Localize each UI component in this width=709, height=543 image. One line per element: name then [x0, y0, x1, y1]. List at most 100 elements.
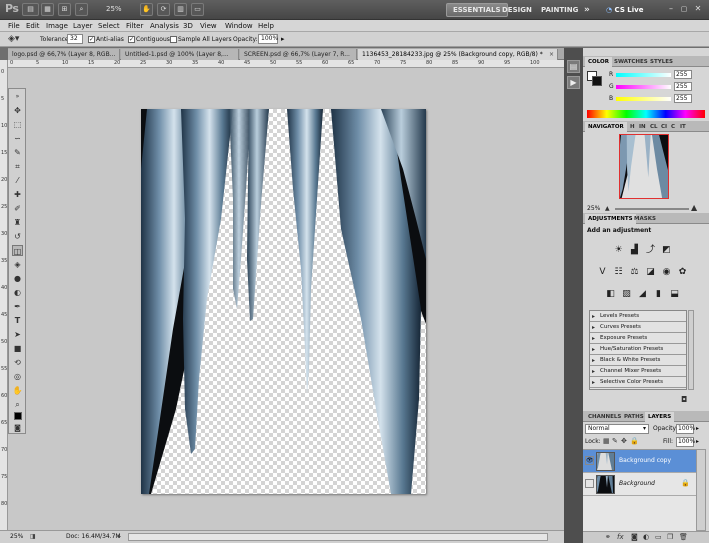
lock-pixels-icon[interactable]: ✎	[612, 437, 618, 445]
delete-layer-icon[interactable]: 🗑	[679, 533, 688, 541]
visibility-eye-icon[interactable]: 👁	[585, 456, 594, 465]
link-layers-icon[interactable]: ⚭	[605, 533, 611, 541]
navigator-thumbnail[interactable]	[619, 134, 669, 199]
threshold-icon[interactable]: ◢	[637, 289, 648, 300]
add-mask-icon[interactable]: ◙	[631, 533, 638, 541]
minibridge-icon[interactable]: ▦	[41, 3, 54, 16]
layer-style-icon[interactable]: fx	[617, 533, 624, 541]
channel-b-slider[interactable]	[616, 97, 671, 101]
quick-selection-tool-icon[interactable]: ✎	[12, 147, 23, 158]
menu-file[interactable]: File	[8, 20, 20, 32]
hand-tool-icon[interactable]: ✋	[140, 3, 153, 16]
zoom-in-icon[interactable]: ▲	[691, 203, 697, 212]
preset-channel-mixer[interactable]: Channel Mixer Presets	[590, 366, 686, 377]
history-brush-tool-icon[interactable]: ↺	[12, 231, 23, 242]
new-adjustment-layer-icon[interactable]: ◐	[643, 533, 649, 541]
new-layer-icon[interactable]: ❐	[667, 533, 673, 541]
fill-arrow-icon[interactable]: ▸	[696, 438, 699, 445]
presets-scrollbar[interactable]	[688, 310, 694, 390]
arrange-documents-icon[interactable]: ▥	[174, 3, 187, 16]
lasso-tool-icon[interactable]: ∽	[12, 133, 23, 144]
channel-b-value[interactable]: 255	[674, 94, 692, 103]
path-selection-tool-icon[interactable]: ➤	[12, 329, 23, 340]
channel-r-slider[interactable]	[616, 73, 671, 77]
blur-tool-icon[interactable]: ●	[12, 273, 23, 284]
tab-navigator[interactable]: NAVIGATOR	[585, 122, 627, 132]
crop-tool-icon[interactable]: ⌗	[12, 161, 23, 172]
channel-mixer-icon[interactable]: ✿	[677, 267, 688, 278]
new-group-icon[interactable]: ▭	[655, 533, 662, 541]
status-info-icon[interactable]: ◨	[30, 533, 39, 541]
layers-scrollbar[interactable]	[696, 449, 706, 531]
color-balance-icon[interactable]: ⚖	[629, 267, 640, 278]
zoom-tool-icon[interactable]: ⌕	[12, 399, 23, 410]
fill-input[interactable]: 100%	[676, 437, 695, 447]
document-tab[interactable]: Untitled-1.psd @ 100% (Layer 8,...	[121, 49, 239, 60]
blend-mode-select[interactable]: Normal ▾	[585, 424, 649, 434]
background-color-preview[interactable]	[592, 76, 602, 86]
brightness-contrast-icon[interactable]: ☀	[613, 245, 624, 256]
visibility-toggle[interactable]	[585, 479, 594, 488]
workspace-design[interactable]: DESIGN	[496, 3, 538, 17]
3d-orbit-tool-icon[interactable]: ◎	[12, 371, 23, 382]
navigator-zoom-slider[interactable]	[615, 208, 689, 210]
preset-curves[interactable]: Curves Presets	[590, 322, 686, 333]
menu-3d[interactable]: 3D	[183, 20, 193, 32]
document-tab[interactable]: SCREEN.psd @ 66,7% (Layer 7, R...	[240, 49, 357, 60]
collapse-tools-icon[interactable]: »	[12, 91, 23, 102]
lock-all-icon[interactable]: 🔒	[630, 437, 639, 445]
pen-tool-icon[interactable]: ✒	[12, 301, 23, 312]
preset-exposure[interactable]: Exposure Presets	[590, 333, 686, 344]
levels-icon[interactable]: ▟	[629, 245, 640, 256]
tab-swatches[interactable]: SWATCHES	[611, 57, 651, 67]
document-canvas[interactable]	[141, 109, 426, 494]
eyedropper-tool-icon[interactable]: ⁄	[12, 175, 23, 186]
actions-panel-icon[interactable]: ▶	[567, 76, 580, 89]
layer-opacity-input[interactable]: 100%	[676, 424, 695, 434]
more-workspaces-button[interactable]: »	[578, 3, 596, 17]
screen-mode-icon[interactable]: ▭	[191, 3, 204, 16]
guides-icon[interactable]: ⊞	[58, 3, 71, 16]
workspace-painting[interactable]: PAINTING	[535, 3, 584, 17]
3d-rotate-tool-icon[interactable]: ⟲	[12, 357, 23, 368]
vertical-ruler[interactable]: 0 5 10 15 20 25 30 35 40 45 50 55 60 65 70 75 80	[0, 60, 8, 530]
brush-tool-icon[interactable]: ✐	[12, 203, 23, 214]
menu-help[interactable]: Help	[258, 20, 274, 32]
tolerance-input[interactable]: 32	[67, 34, 83, 44]
document-tab[interactable]: logo.psd @ 66,7% (Layer 8, RGB...	[8, 49, 120, 60]
paint-bucket-tool-icon[interactable]: ◈	[12, 259, 23, 270]
menu-image[interactable]: Image	[46, 20, 68, 32]
layer-name[interactable]: Background copy	[619, 457, 671, 464]
tab-color[interactable]: COLOR	[585, 57, 612, 67]
close-tab-icon[interactable]: ×	[549, 49, 554, 60]
tab-layers[interactable]: LAYERS	[645, 412, 675, 422]
curves-icon[interactable]: ⤴	[645, 245, 656, 256]
eraser-tool-icon[interactable]: ◫	[12, 245, 23, 256]
close-icon[interactable]: ✕	[692, 4, 704, 14]
menu-view[interactable]: View	[200, 20, 217, 32]
black-white-icon[interactable]: ◪	[645, 267, 656, 278]
status-zoom[interactable]: 25%	[10, 533, 23, 540]
lock-position-icon[interactable]: ✥	[621, 437, 627, 445]
menu-layer[interactable]: Layer	[73, 20, 93, 32]
zoom-tool-icon[interactable]: ⌕	[75, 3, 88, 16]
bridge-icon[interactable]: ▤	[22, 3, 39, 16]
minimize-icon[interactable]: –	[666, 4, 676, 14]
history-panel-icon[interactable]: ▤	[567, 60, 580, 73]
document-tab-active[interactable]: 1136453_28184233.jpg @ 25% (Background c…	[358, 49, 558, 60]
hue-saturation-icon[interactable]: ☷	[613, 267, 624, 278]
hand-tool-icon[interactable]: ✋	[12, 385, 23, 396]
lock-transparency-icon[interactable]: ▦	[603, 437, 610, 445]
clone-stamp-tool-icon[interactable]: ♜	[12, 217, 23, 228]
menu-filter[interactable]: Filter	[126, 20, 143, 32]
menu-select[interactable]: Select	[98, 20, 120, 32]
quick-mask-icon[interactable]: ◙	[12, 423, 23, 434]
layer-row-selected[interactable]: 👁 Background copy	[583, 450, 696, 473]
menu-analysis[interactable]: Analysis	[150, 20, 179, 32]
exposure-icon[interactable]: ◩	[661, 245, 672, 256]
preset-levels[interactable]: Levels Presets	[590, 311, 686, 322]
zoom-out-icon[interactable]: ▲	[605, 205, 610, 212]
layer-row[interactable]: Background 🔒	[583, 473, 696, 496]
opacity-slider-arrow-icon[interactable]: ▸	[281, 35, 285, 44]
vibrance-icon[interactable]: V	[597, 267, 608, 278]
